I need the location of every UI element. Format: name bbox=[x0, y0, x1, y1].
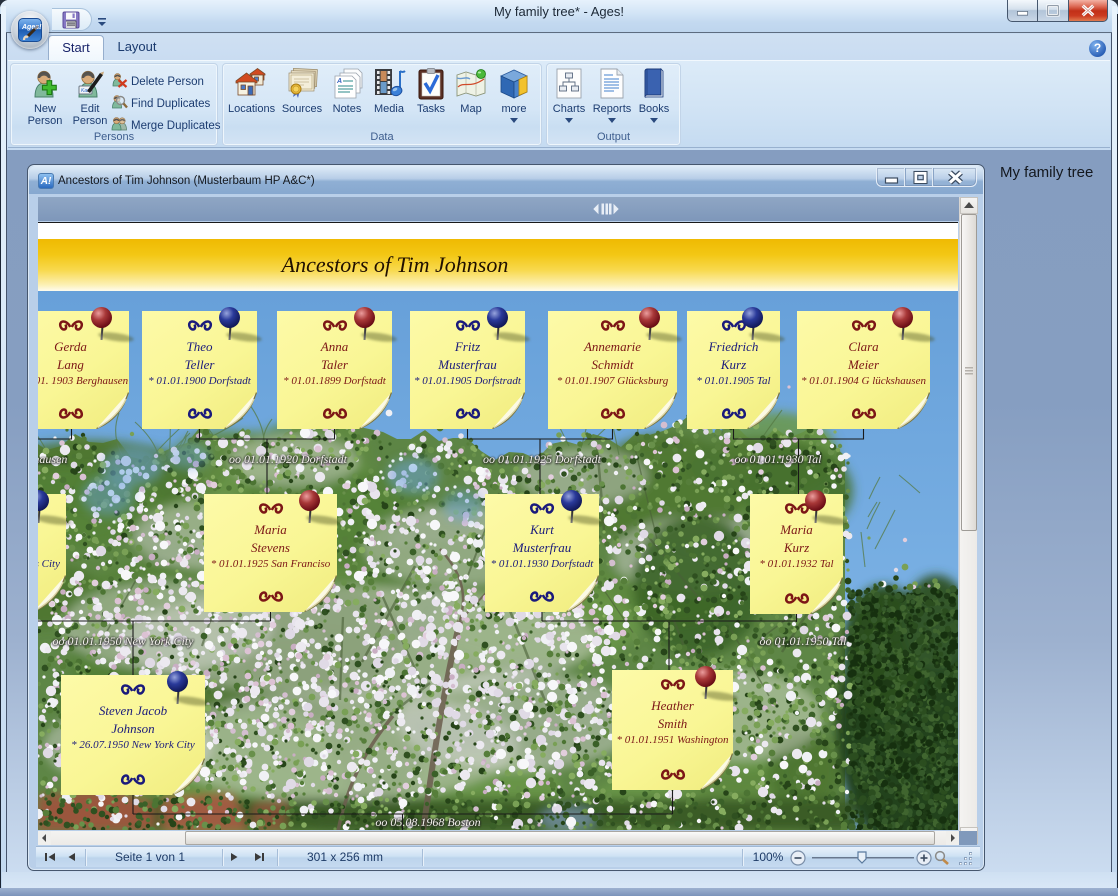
svg-text:A: A bbox=[336, 78, 342, 85]
svg-text:Ages!: Ages! bbox=[21, 24, 42, 31]
